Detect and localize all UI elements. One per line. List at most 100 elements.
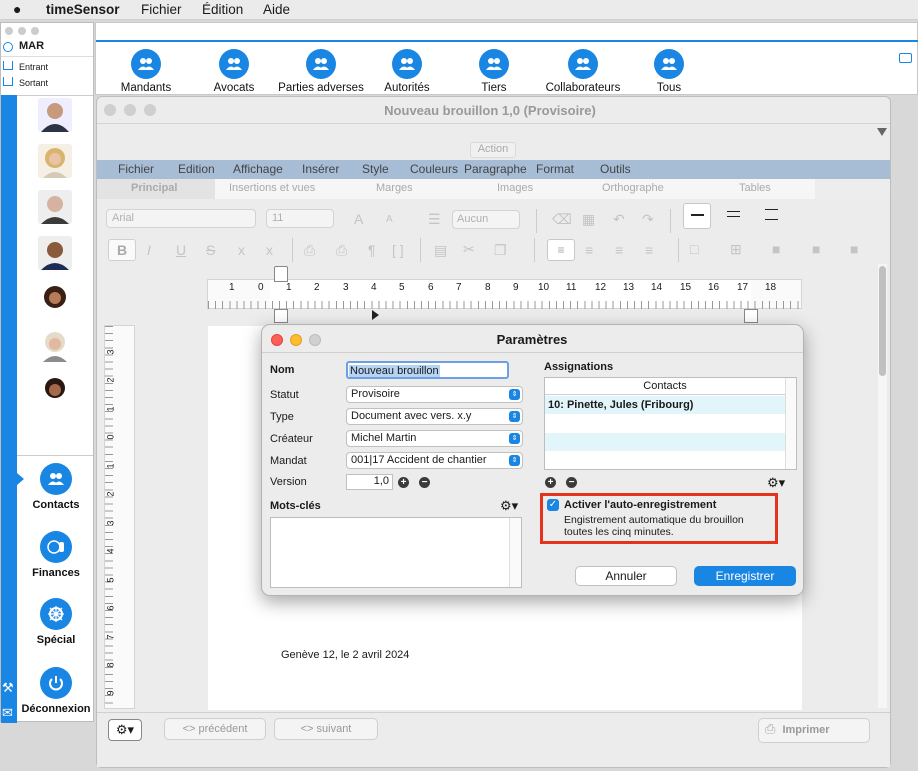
tab-marges[interactable]: Marges xyxy=(376,182,413,194)
toolbar-tous[interactable]: Tous xyxy=(636,49,702,94)
bold-button[interactable]: B xyxy=(108,239,136,261)
copy-icon[interactable]: ❐ xyxy=(494,242,507,259)
editor-menu-item[interactable]: Fichier xyxy=(118,162,154,176)
contact-add-button[interactable]: + xyxy=(545,477,556,488)
list-style-select[interactable]: Aucun xyxy=(452,210,520,229)
nav-special[interactable]: Spécial xyxy=(19,598,93,646)
avatar[interactable] xyxy=(38,328,72,362)
align-center-icon[interactable]: ≡ xyxy=(585,242,593,258)
underline-icon[interactable]: U xyxy=(176,242,186,258)
save-button[interactable]: Enregistrer xyxy=(694,566,796,586)
spacing-double-icon[interactable] xyxy=(727,211,740,217)
autosave-checkbox[interactable]: ✓ xyxy=(547,499,559,511)
undo-icon[interactable]: ↶ xyxy=(613,211,625,228)
text-color-icon[interactable]: ■ xyxy=(812,241,820,257)
brackets-icon[interactable]: [ ] xyxy=(392,242,404,258)
editor-menu-item[interactable]: Affichage xyxy=(233,162,283,176)
tab-orthographe[interactable]: Orthographe xyxy=(602,182,664,194)
sortant-label[interactable]: Sortant xyxy=(19,78,48,88)
previous-button[interactable]: <> précédent xyxy=(164,718,266,740)
contact-remove-button[interactable]: − xyxy=(566,477,577,488)
mandat-select[interactable]: 001|17 Accident de chantier ⇕ xyxy=(346,452,523,469)
avatar[interactable] xyxy=(38,282,72,316)
nav-contacts[interactable]: Contacts xyxy=(19,463,93,511)
eraser-icon[interactable]: ⌫ xyxy=(552,211,572,228)
table-row[interactable]: 10: Pinette, Jules (Fribourg) xyxy=(545,396,785,414)
print-preview-icon[interactable]: ⎙ xyxy=(304,242,315,259)
strikethrough-icon[interactable]: S xyxy=(206,242,215,258)
avatar[interactable] xyxy=(38,236,72,270)
statut-select[interactable]: Provisoire ⇕ xyxy=(346,386,523,403)
next-button[interactable]: <> suivant xyxy=(274,718,378,740)
table-icon[interactable]: ▦ xyxy=(582,211,595,228)
zoom-button[interactable] xyxy=(144,104,156,116)
keywords-gear-icon[interactable]: ⚙▾ xyxy=(500,498,518,514)
editor-menu-item[interactable]: Paragraphe xyxy=(464,162,527,176)
border-icon[interactable]: □ xyxy=(690,241,698,257)
date-line[interactable]: Genève 12, le 2 avril 2024 xyxy=(281,649,409,661)
tab-tables[interactable]: Tables xyxy=(739,182,771,194)
vertical-ruler[interactable] xyxy=(104,325,135,709)
toolbar-collaborateurs[interactable]: Collaborateurs xyxy=(541,49,625,94)
avatar[interactable] xyxy=(38,144,72,178)
redo-icon[interactable]: ↷ xyxy=(642,211,654,228)
subscript-icon[interactable]: x xyxy=(266,242,273,258)
nav-finances[interactable]: Finances xyxy=(19,531,93,579)
dialog-close-button[interactable] xyxy=(271,334,283,346)
toolbar-mandants[interactable]: Mandants xyxy=(113,49,179,94)
right-margin-marker-icon[interactable] xyxy=(744,309,758,323)
font-grow-icon[interactable]: A xyxy=(354,211,363,227)
tab-images[interactable]: Images xyxy=(497,182,533,194)
tab-stop-icon[interactable] xyxy=(372,310,379,320)
tab-insertions[interactable]: Insertions et vues xyxy=(229,182,315,194)
avatar[interactable] xyxy=(38,374,72,408)
gear-menu-button[interactable]: ⚙▾ xyxy=(108,719,142,741)
tab-principal[interactable]: Principal xyxy=(131,182,177,194)
indent-marker-icon[interactable] xyxy=(274,266,288,282)
italic-icon[interactable]: I xyxy=(147,242,151,258)
size-select[interactable]: 11 xyxy=(266,209,334,228)
justify-icon[interactable]: ≡ xyxy=(645,242,653,258)
createur-select[interactable]: Michel Martin ⇕ xyxy=(346,430,523,447)
menu-fichier[interactable]: Fichier xyxy=(141,2,182,17)
assign-gear-icon[interactable]: ⚙▾ xyxy=(767,475,785,491)
toolbar-avocats[interactable]: Avocats xyxy=(201,49,267,94)
editor-menu-item[interactable]: Style xyxy=(362,162,389,176)
toolbar-tiers[interactable]: Tiers xyxy=(461,49,527,94)
editor-menu-item[interactable]: Format xyxy=(536,162,574,176)
dialog-zoom-button[interactable] xyxy=(309,334,321,346)
avatar[interactable] xyxy=(38,98,72,132)
align-left-button[interactable]: ≡ xyxy=(547,239,575,261)
keywords-textarea[interactable] xyxy=(270,517,522,588)
editor-menu-item[interactable]: Insérer xyxy=(302,162,339,176)
window-icon[interactable] xyxy=(899,53,912,63)
fill-color-icon[interactable]: ■ xyxy=(772,241,780,257)
autosave-label[interactable]: Activer l'auto-enregistrement xyxy=(564,499,716,511)
dialog-minimize-button[interactable] xyxy=(290,334,302,346)
wrench-icon[interactable]: ⚒ xyxy=(2,680,14,696)
editor-menu-item[interactable]: Outils xyxy=(600,162,631,176)
collapse-icon[interactable] xyxy=(877,128,887,136)
editor-menu-item[interactable]: Couleurs xyxy=(410,162,458,176)
list-icon[interactable]: ☰ xyxy=(428,211,441,228)
toolbar-autorites[interactable]: Autorités xyxy=(374,49,440,94)
entrant-label[interactable]: Entrant xyxy=(19,62,48,72)
nom-field[interactable]: Nouveau brouillon xyxy=(346,361,509,379)
toolbar-parties-adverses[interactable]: Parties adverses xyxy=(275,49,367,94)
align-right-icon[interactable]: ≡ xyxy=(615,242,623,258)
print-button[interactable]: ⎙ Imprimer xyxy=(758,718,870,743)
apple-icon[interactable]: ● xyxy=(13,1,21,17)
spacing-wide-icon[interactable] xyxy=(765,209,778,220)
type-select[interactable]: Document avec vers. x.y ⇕ xyxy=(346,408,523,425)
highlight-color-icon[interactable]: ■ xyxy=(850,241,858,257)
paste-icon[interactable]: ▤ xyxy=(434,242,447,259)
grid-icon[interactable]: ⊞ xyxy=(730,241,742,258)
app-menu[interactable]: timeSensor xyxy=(46,2,120,17)
avatar[interactable] xyxy=(38,190,72,224)
version-plus-button[interactable]: + xyxy=(398,477,409,488)
close-button[interactable] xyxy=(104,104,116,116)
cut-icon[interactable]: ✂ xyxy=(463,241,475,258)
print-icon[interactable]: ⎙ xyxy=(336,242,347,259)
font-shrink-icon[interactable]: A xyxy=(386,214,393,225)
version-field[interactable]: 1,0 xyxy=(346,474,393,490)
